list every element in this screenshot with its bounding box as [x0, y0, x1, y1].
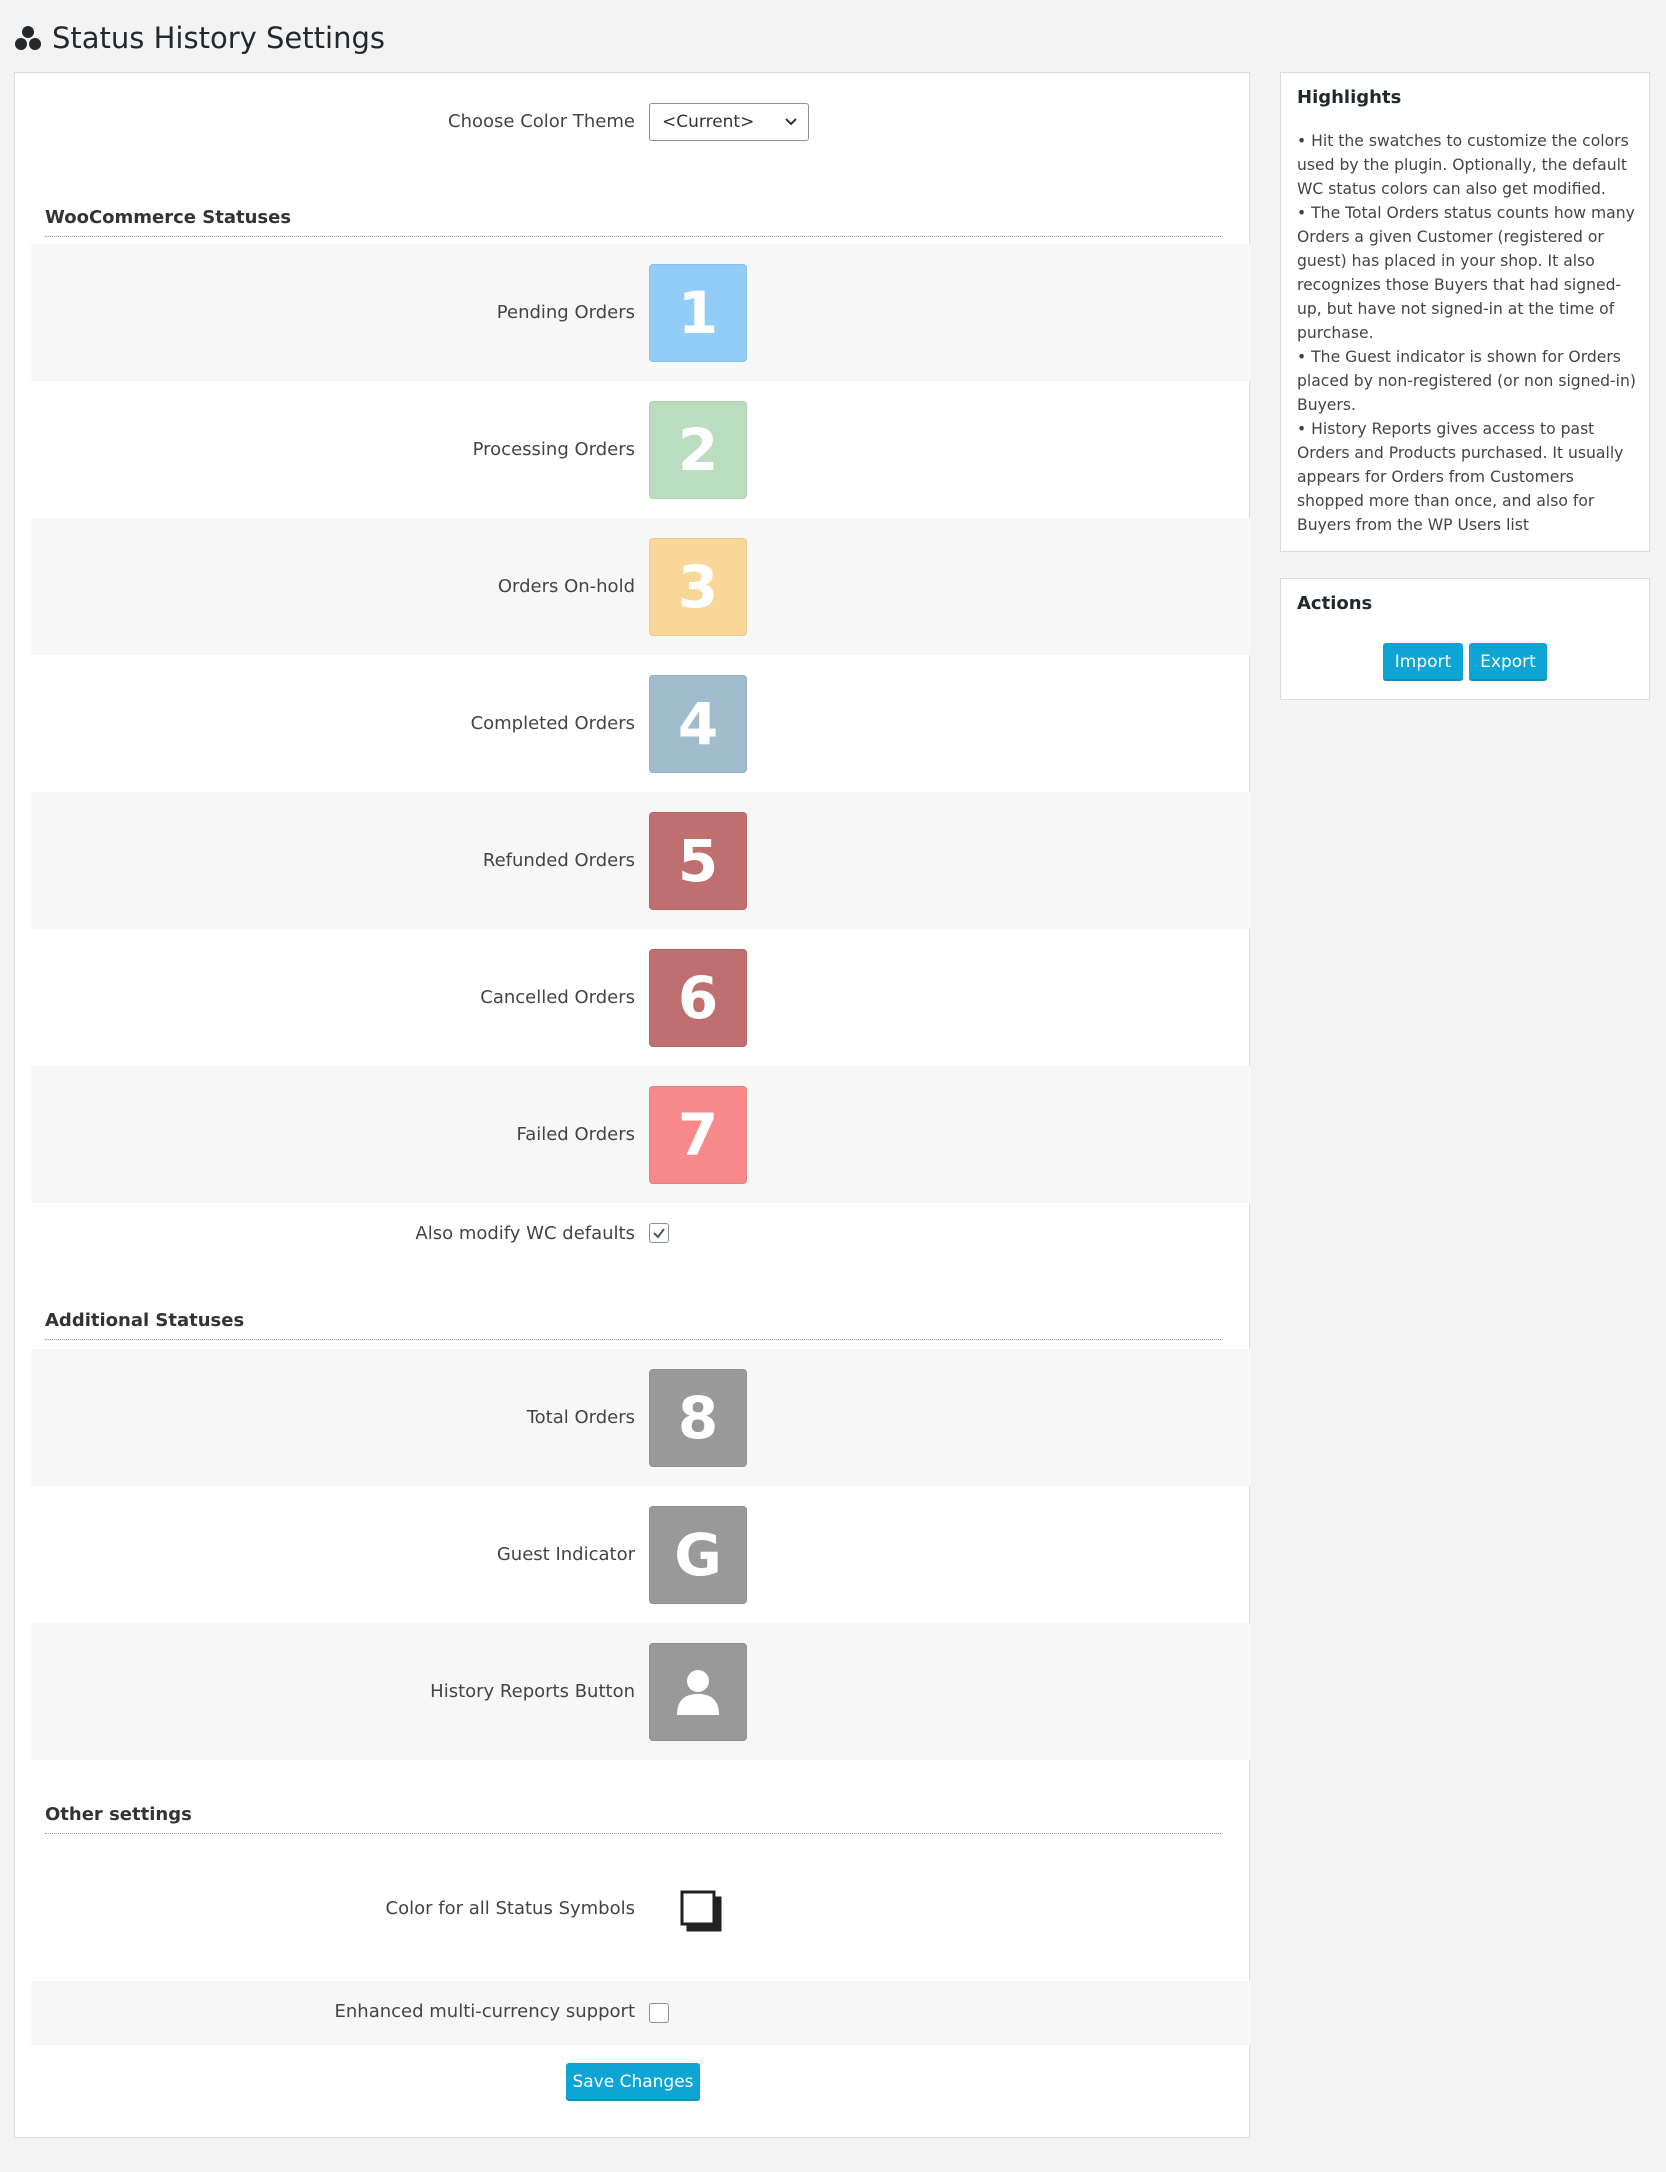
pending-orders-swatch[interactable]: 1	[649, 264, 747, 362]
orders-on-hold-swatch[interactable]: 3	[649, 538, 747, 636]
processing-orders-swatch[interactable]: 2	[649, 401, 747, 499]
color-squares-icon[interactable]	[679, 1889, 725, 1935]
swatch-symbol: 3	[677, 553, 719, 621]
color-theme-selected: <Current>	[662, 112, 755, 132]
guest-indicator-swatch[interactable]: G	[649, 1506, 747, 1604]
highlight-line: Orders a given Customer (registered or	[1297, 228, 1604, 246]
history-reports-button-swatch[interactable]	[649, 1643, 747, 1741]
highlight-line: • The Total Orders status counts how man…	[1297, 204, 1635, 222]
failed-orders-label: Failed Orders	[516, 1124, 636, 1145]
color-theme-select[interactable]: <Current>	[649, 103, 809, 141]
processing-orders-label: Processing Orders	[472, 439, 635, 460]
completed-orders-swatch[interactable]: 4	[649, 675, 747, 773]
highlight-line: appears for Orders from Customers	[1297, 468, 1574, 486]
other-settings-heading: Other settings	[45, 1804, 1221, 1834]
swatch-symbol: G	[674, 1521, 722, 1589]
highlight-line: up, but have not signed-in at the time o…	[1297, 300, 1615, 318]
highlight-line: Orders and Products purchased. It usuall…	[1297, 444, 1624, 462]
swatch-symbol: 8	[677, 1384, 719, 1452]
total-orders-label: Total Orders	[526, 1407, 635, 1428]
history-reports-button-label: History Reports Button	[430, 1681, 635, 1702]
highlight-line: recognizes those Buyers that had signed-	[1297, 276, 1622, 294]
symbol-color-label: Color for all Status Symbols	[385, 1898, 635, 1919]
highlight-line: • Hit the swatches to customize the colo…	[1297, 132, 1629, 150]
modify-defaults-checkbox[interactable]	[649, 1223, 669, 1243]
theme-label: Choose Color Theme	[448, 111, 635, 132]
export-button[interactable]: Export	[1469, 643, 1547, 681]
cancelled-orders-swatch[interactable]: 6	[649, 949, 747, 1047]
failed-orders-swatch[interactable]: 7	[649, 1086, 747, 1184]
pending-orders-label: Pending Orders	[496, 302, 635, 323]
highlight-line: used by the plugin. Optionally, the defa…	[1297, 156, 1628, 174]
total-orders-swatch[interactable]: 8	[649, 1369, 747, 1467]
multicurrency-checkbox[interactable]	[649, 2003, 669, 2023]
page-title-text: Status History Settings	[52, 21, 385, 55]
plugin-logo-icon	[15, 26, 41, 50]
settings-panel: Choose Color Theme <Current> WooCommerce…	[14, 72, 1251, 2138]
refunded-orders-swatch[interactable]: 5	[649, 812, 747, 910]
save-changes-button[interactable]: Save Changes	[566, 2063, 700, 2101]
swatch-symbol: 7	[677, 1101, 719, 1169]
swatch-symbol: 1	[677, 279, 719, 347]
highlight-line: guest) has placed in your shop. It also	[1297, 252, 1595, 270]
highlight-line: • The Guest indicator is shown for Order…	[1297, 348, 1621, 366]
chevron-down-icon	[785, 118, 797, 126]
woocommerce-statuses-heading: WooCommerce Statuses	[45, 207, 1221, 237]
orders-on-hold-label: Orders On-hold	[497, 576, 635, 597]
highlight-line: placed by non-registered (or non signed-…	[1297, 372, 1636, 390]
multicurrency-label: Enhanced multi-currency support	[334, 2001, 636, 2022]
cancelled-orders-label: Cancelled Orders	[480, 987, 635, 1008]
swatch-symbol: 5	[677, 827, 719, 895]
page-title: Status History Settings	[14, 16, 385, 60]
additional-statuses-heading: Additional Statuses	[45, 1310, 1221, 1340]
modify-defaults-label: Also modify WC defaults	[415, 1223, 635, 1244]
highlight-line: purchase.	[1297, 324, 1374, 342]
swatch-symbol: 2	[677, 416, 719, 484]
import-button[interactable]: Import	[1383, 643, 1463, 681]
highlight-line: • History Reports gives access to past	[1297, 420, 1595, 438]
highlight-line: shopped more than once, and also for	[1297, 492, 1595, 510]
checkmark-icon	[653, 1228, 665, 1239]
highlight-line: Buyers from the WP Users list	[1297, 516, 1529, 534]
highlights-box: Highlights • Hit the swatches to customi…	[1280, 72, 1650, 552]
guest-indicator-label: Guest Indicator	[496, 1544, 635, 1565]
completed-orders-label: Completed Orders	[470, 713, 635, 734]
highlight-line: WC status colors can also get modified.	[1297, 180, 1606, 198]
refunded-orders-label: Refunded Orders	[482, 850, 635, 871]
highlights-list: • Hit the swatches to customize the colo…	[1297, 129, 1637, 537]
user-icon	[677, 1670, 719, 1715]
swatch-symbol: 4	[677, 690, 719, 758]
actions-title: Actions	[1297, 593, 1373, 614]
actions-box: Actions Import Export	[1280, 578, 1650, 700]
highlight-line: Buyers.	[1297, 396, 1356, 414]
highlights-title: Highlights	[1297, 87, 1402, 108]
swatch-symbol: 6	[677, 964, 719, 1032]
